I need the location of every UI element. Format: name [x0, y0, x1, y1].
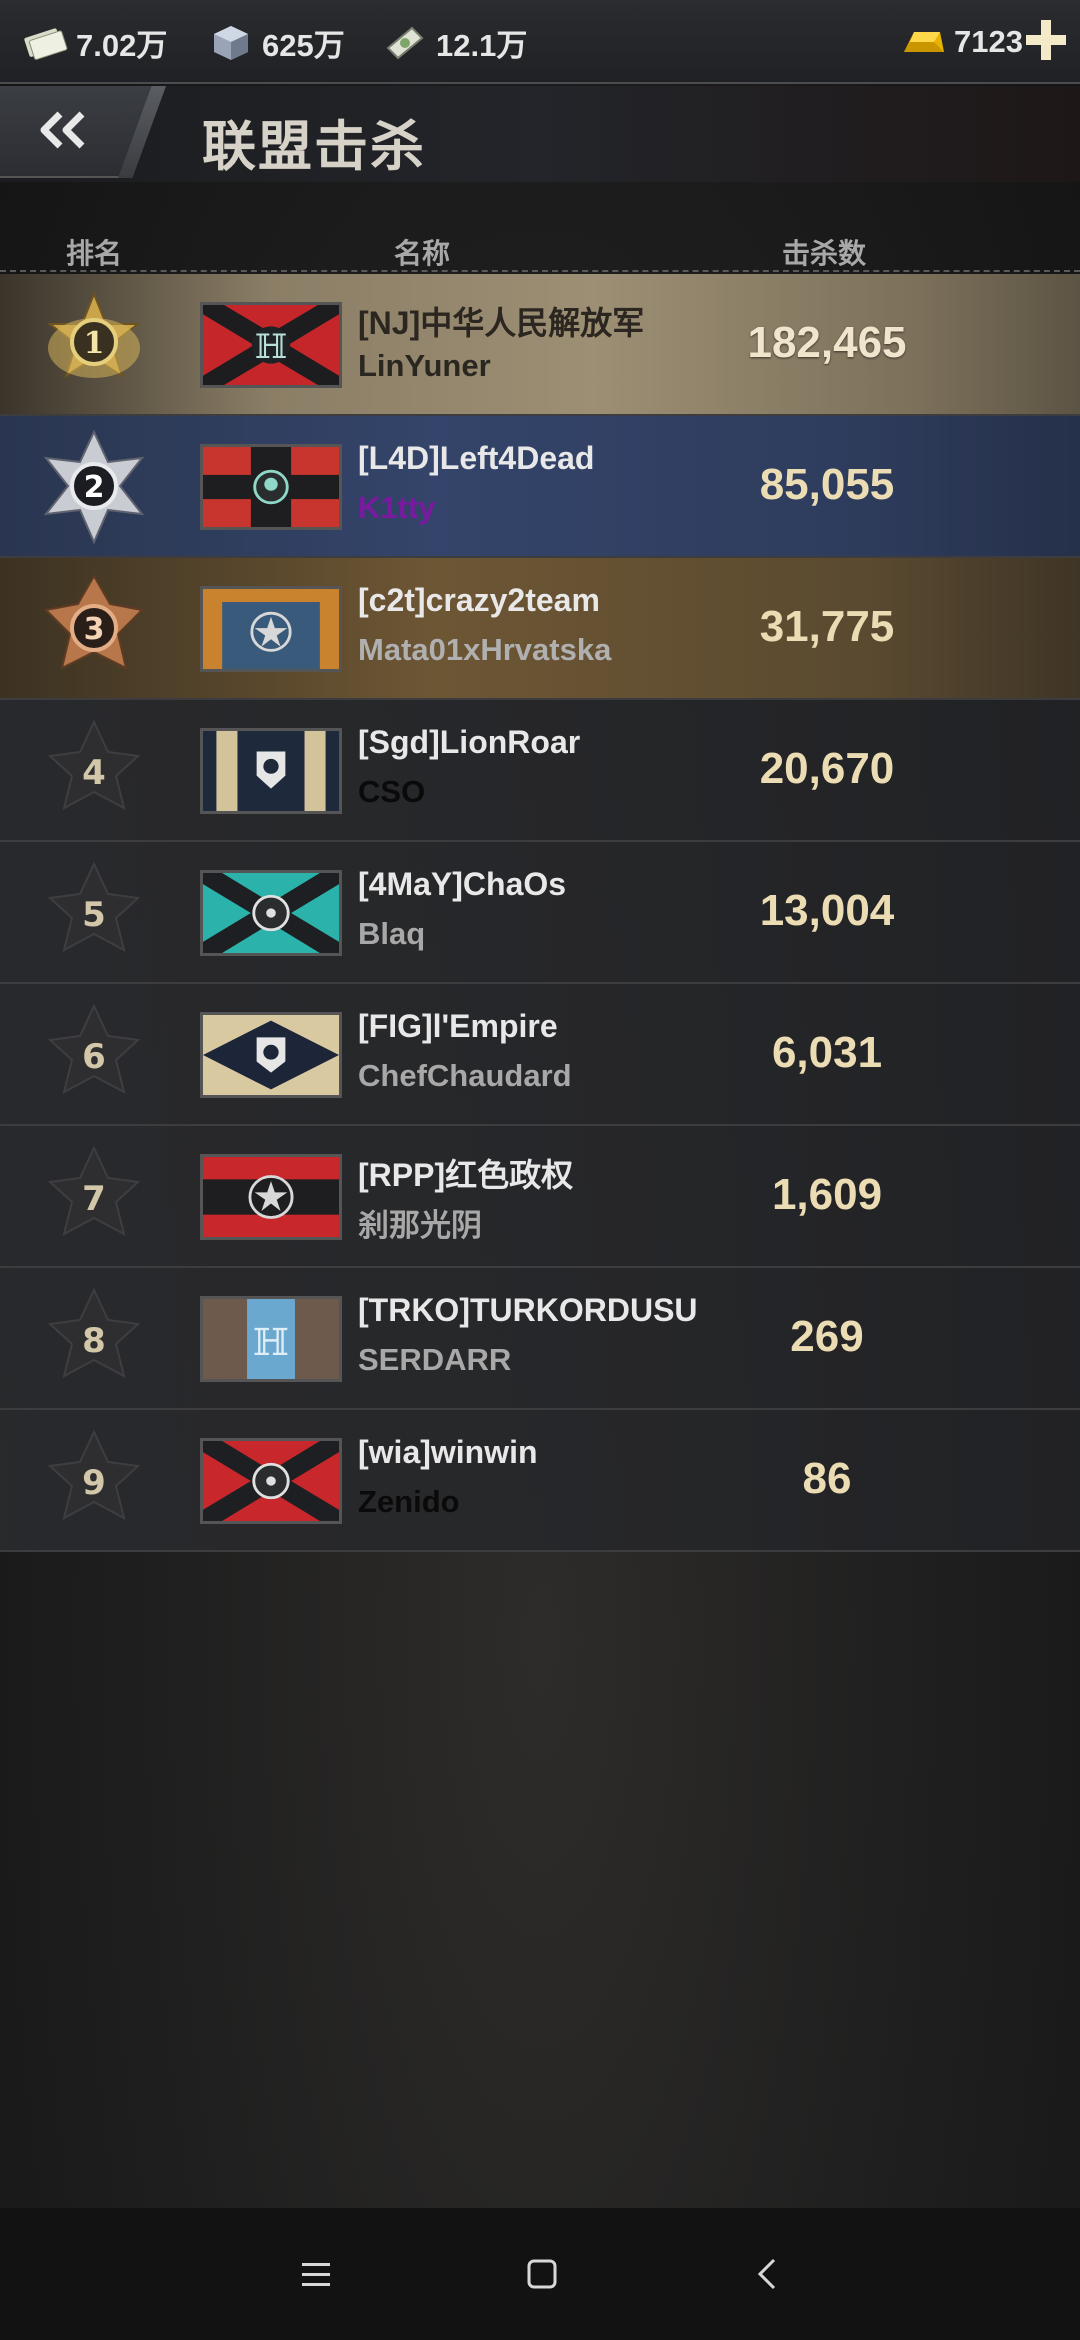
rank-badge-icon: 9	[47, 1429, 141, 1520]
header-divider	[0, 270, 1080, 272]
clan-name: [wia]winwin	[358, 1434, 538, 1470]
clan-flag-icon: ℍ	[200, 302, 342, 388]
clan-flag-icon	[200, 728, 342, 814]
rank-number: 5	[82, 895, 106, 935]
gold-rank-badge-icon: 1	[47, 291, 141, 379]
menu-icon[interactable]	[290, 2248, 342, 2300]
clan-flag-icon	[200, 444, 342, 530]
column-kills: 击杀数	[782, 238, 867, 269]
table-row[interactable]: 7 [RPP]红色政权 刹那光阴 1,609	[0, 1126, 1080, 1268]
silver-rank-badge-icon: 2	[43, 429, 145, 545]
table-row[interactable]: 6 [FIG]l'Empire ChefChaudard 6,031	[0, 984, 1080, 1126]
bond-value: 12.1万	[436, 27, 528, 63]
leader-name: Zenido	[358, 1484, 460, 1519]
rank-number: 2	[84, 470, 105, 505]
gold-icon	[904, 32, 944, 52]
kill-count: 269	[790, 1312, 864, 1361]
resource-gold[interactable]: 7123	[900, 20, 1023, 64]
back-icon[interactable]	[742, 2248, 794, 2300]
leader-name: SERDARR	[358, 1342, 512, 1377]
leader-name: Mata01xHrvatska	[358, 632, 612, 667]
rank-badge-icon: 5	[47, 861, 141, 952]
column-name: 名称	[394, 238, 451, 269]
kill-count: 13,004	[759, 886, 895, 935]
kill-count: 182,465	[747, 318, 907, 367]
steel-value: 625万	[262, 27, 345, 63]
leader-name: LinYuner	[358, 348, 491, 383]
page-header: 联盟击杀	[0, 86, 1080, 182]
kill-count: 86	[802, 1454, 852, 1503]
gold-value: 7123	[954, 24, 1023, 59]
rank-badge-icon: 7	[47, 1145, 141, 1236]
table-row[interactable]: 2 [L4D]Left4Dead K1tty 85,055	[0, 416, 1080, 558]
table-row[interactable]: 8 ℍ [TRKO]TURKORDUSU SERDARR 269	[0, 1268, 1080, 1410]
clan-flag-icon	[200, 1012, 342, 1098]
table-row[interactable]: 5 [4MaY]ChaOs Blaq 13,004	[0, 842, 1080, 984]
bronze-rank-badge-icon: 3	[43, 573, 145, 670]
rank-number: 1	[84, 326, 105, 361]
leader-name: Blaq	[358, 916, 426, 951]
resource-bond[interactable]: 12.1万	[382, 20, 527, 64]
rank-number: 7	[82, 1179, 106, 1219]
page-title: 联盟击杀	[202, 117, 426, 177]
clan-name: [c2t]crazy2team	[358, 582, 600, 618]
rank-badge-icon: 8	[47, 1287, 141, 1378]
leader-name: 刹那光阴	[358, 1208, 482, 1243]
table-row[interactable]: 9 [wia]winwin Zenido 86	[0, 1410, 1080, 1552]
rank-number: 6	[82, 1037, 106, 1077]
rank-number: 8	[82, 1321, 106, 1361]
table-row[interactable]: 4 [Sgd]LionRoar CSO 20,670	[0, 700, 1080, 842]
resource-steel[interactable]: 625万	[208, 20, 345, 64]
svg-text:ℍ: ℍ	[253, 1320, 289, 1363]
clan-name: [FIG]l'Empire	[358, 1008, 558, 1044]
leader-name: CSO	[358, 774, 426, 809]
resource-bar: 7.02万 625万 12.1万 7123	[0, 0, 1080, 84]
kill-count: 6,031	[771, 1028, 883, 1077]
home-icon[interactable]	[516, 2248, 568, 2300]
double-chevron-left-icon	[40, 111, 85, 149]
rank-badge-icon: 6	[47, 1003, 141, 1094]
rank-number: 9	[82, 1463, 106, 1503]
clan-flag-icon	[200, 1438, 342, 1524]
steel-icon	[214, 26, 248, 60]
clan-name: [4MaY]ChaOs	[358, 866, 567, 902]
clan-name: [NJ]中华人民解放军	[358, 305, 645, 341]
resource-cash[interactable]: 7.02万	[22, 20, 167, 64]
clan-flag-icon: ℍ	[200, 1296, 342, 1382]
cash-icon	[24, 28, 68, 60]
kill-count: 20,670	[759, 744, 895, 793]
clan-name: [L4D]Left4Dead	[358, 440, 595, 476]
cash-value: 7.02万	[76, 27, 168, 63]
clan-name: [RPP]红色政权	[358, 1157, 574, 1193]
system-nav-bar	[0, 2208, 1080, 2340]
rank-number: 3	[84, 612, 105, 647]
kill-count: 85,055	[759, 460, 895, 509]
leader-name: K1tty	[358, 490, 436, 525]
clan-flag-icon	[200, 586, 342, 672]
kill-count: 1,609	[771, 1170, 883, 1219]
clan-name: [Sgd]LionRoar	[358, 724, 581, 760]
table-row[interactable]: 3 [c2t]crazy2team Mata01xHrvatska 31,775	[0, 558, 1080, 700]
column-rank: 排名	[66, 238, 123, 269]
kill-count: 31,775	[759, 602, 895, 651]
bond-icon	[386, 26, 424, 60]
clan-flag-icon	[200, 870, 342, 956]
add-gold-button[interactable]	[1022, 16, 1070, 64]
clan-name: [TRKO]TURKORDUSU	[358, 1292, 698, 1328]
rank-number: 4	[82, 753, 106, 793]
rank-badge-icon: 4	[47, 719, 141, 810]
clan-flag-icon	[200, 1154, 342, 1240]
leader-name: ChefChaudard	[358, 1058, 572, 1093]
svg-text:ℍ: ℍ	[255, 327, 288, 366]
table-row[interactable]: 1 ℍ [NJ]中华人民解放军 LinYuner 182,465	[0, 274, 1080, 416]
ranking-list: 1 ℍ [NJ]中华人民解放军 LinYuner 182,465 2 [L4D]…	[0, 274, 1080, 1552]
